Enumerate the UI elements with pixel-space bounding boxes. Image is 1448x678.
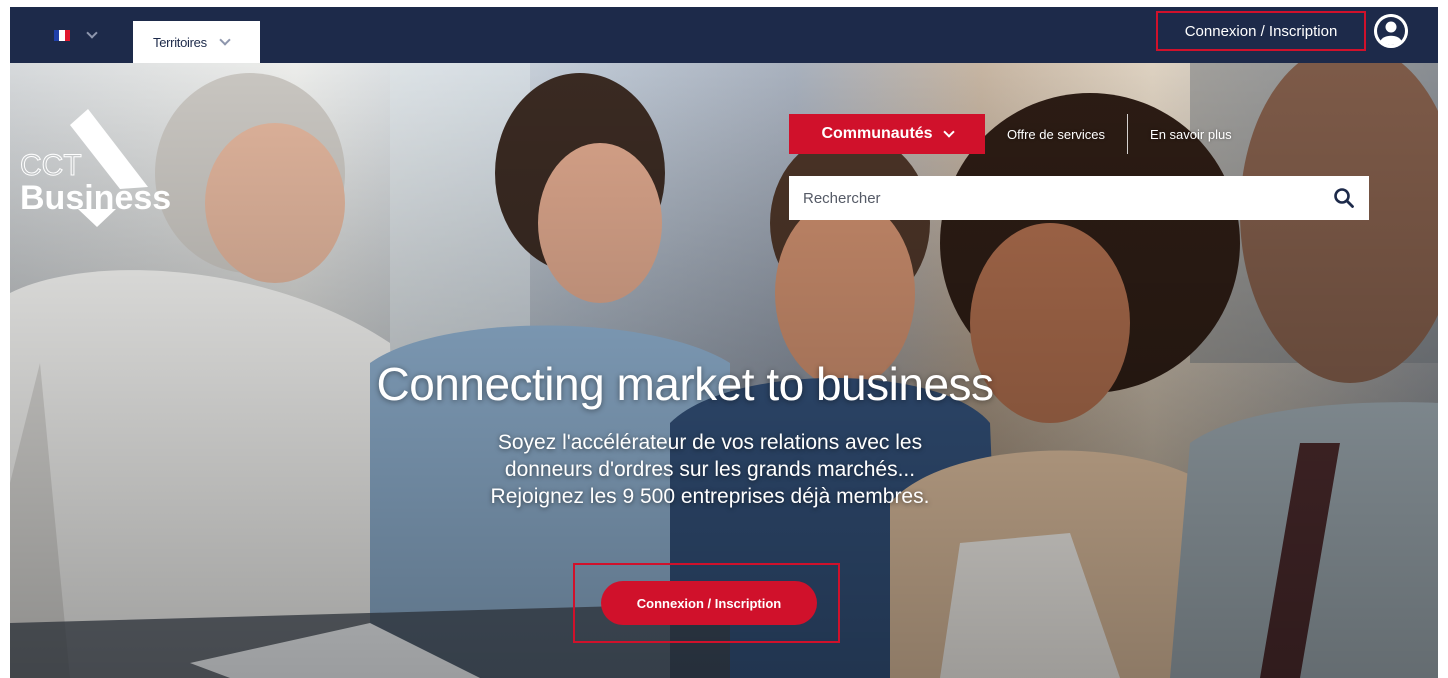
offre-de-services-link[interactable]: Offre de services [985,114,1127,154]
chevron-down-icon [86,27,98,39]
main-nav: Communautés Offre de services En savoir … [789,114,1254,154]
search-input[interactable] [789,188,1325,208]
topbar-login-link[interactable]: Connexion / Inscription [1156,11,1366,51]
communautes-label: Communautés [821,125,933,142]
logo-cct-text: CCT [20,149,82,182]
hero-headline: Connecting market to business [376,358,994,410]
hero-login-button[interactable]: Connexion / Inscription [601,581,817,625]
territoires-label: Territoires [153,34,207,50]
en-savoir-plus-link[interactable]: En savoir plus [1128,114,1254,154]
chevron-down-icon [219,34,231,46]
chevron-down-icon [942,126,955,138]
cct-business-logo[interactable]: CCT Business [20,109,190,229]
top-bar: Territoires Connexion / Inscription [10,7,1438,63]
flag-fr-icon [54,29,70,41]
communautes-menu[interactable]: Communautés [789,114,985,154]
language-selector[interactable] [54,25,124,45]
hero-section: CCT Business Communautés Offre de servic… [10,63,1438,678]
user-avatar-icon[interactable] [1374,14,1408,48]
logo-business-text: Business [20,179,171,217]
page-frame: Territoires Connexion / Inscription CCT … [10,7,1438,678]
territoires-dropdown[interactable]: Territoires [133,21,260,63]
hero-subline: Soyez l'accélérateur de vos relations av… [490,431,930,508]
search-icon[interactable] [1333,187,1355,209]
search-bar [789,176,1369,220]
